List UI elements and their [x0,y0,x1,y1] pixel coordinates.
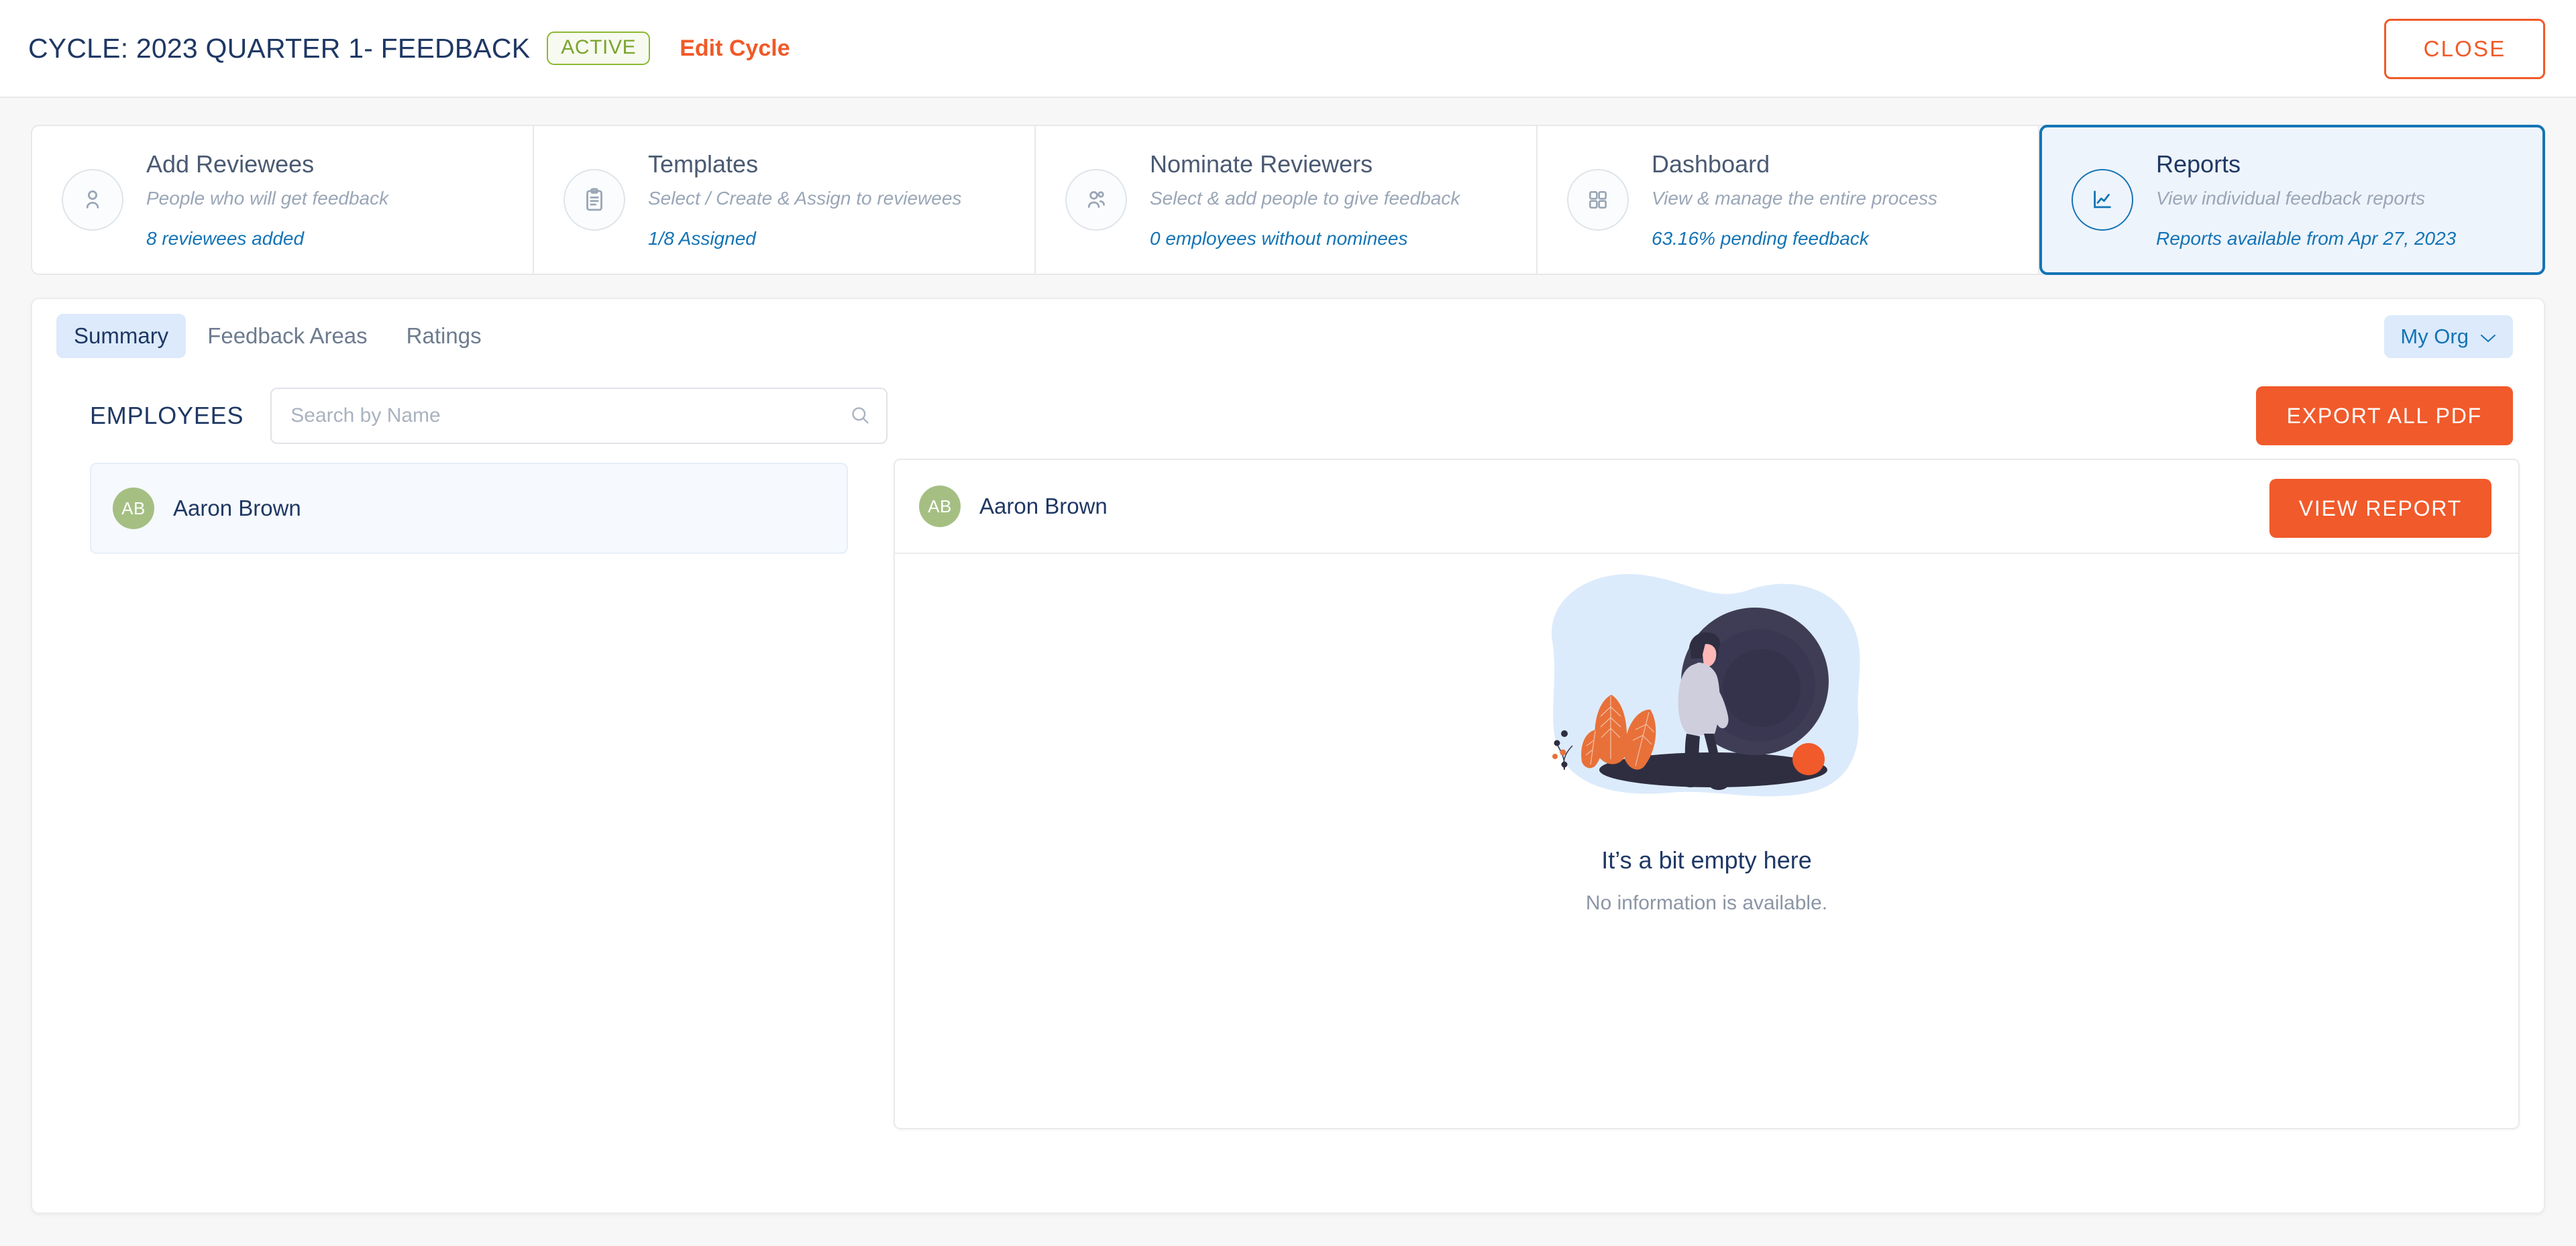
step-stat[interactable]: 8 reviewees added [146,228,388,249]
status-badge: ACTIVE [547,32,651,65]
step-stat[interactable]: 0 employees without nominees [1150,228,1460,249]
step-subtitle: View & manage the entire process [1652,188,1937,209]
tabs-row: Summary Feedback Areas Ratings My Org [32,299,2544,373]
chevron-down-icon [2479,325,2497,349]
step-title: Templates [648,150,759,178]
reports-panel: Summary Feedback Areas Ratings My Org EM… [31,298,2545,1214]
users-icon [1065,169,1127,231]
employee-name: Aaron Brown [173,496,301,520]
avatar: AB [919,486,961,527]
report-panel-header: AB Aaron Brown VIEW REPORT [895,460,2518,554]
export-all-pdf-button[interactable]: EXPORT ALL PDF [2255,386,2513,445]
step-title: Nominate Reviewers [1150,150,1373,178]
step-text: Dashboard View & manage the entire proce… [1652,150,1937,249]
app-page: CYCLE: 2023 QUARTER 1- FEEDBACK ACTIVE E… [0,0,2576,1246]
chart-icon [2072,169,2133,231]
close-button[interactable]: CLOSE [2384,19,2545,79]
report-detail-panel: AB Aaron Brown VIEW REPORT It’s a bit em… [894,459,2520,1129]
search-container [270,388,888,444]
avatar: AB [113,488,154,529]
edit-cycle-link[interactable]: Edit Cycle [680,36,790,62]
report-employee-name: Aaron Brown [979,494,1108,518]
workflow-steps: Add Reviewees People who will get feedba… [31,125,2545,275]
search-input[interactable] [270,388,888,444]
empty-state-title: It’s a bit empty here [1601,846,1812,874]
tab-feedback-areas[interactable]: Feedback Areas [190,314,384,358]
step-text: Reports View individual feedback reports… [2156,150,2456,249]
view-report-button[interactable]: VIEW REPORT [2269,479,2491,538]
step-card-templates[interactable]: Templates Select / Create & Assign to re… [534,126,1036,274]
search-icon[interactable] [849,404,871,430]
reports-body: AB Aaron Brown AB Aaron Brown VIEW REPOR… [32,459,2544,1129]
employee-list: AB Aaron Brown [56,459,848,1129]
step-subtitle: View individual feedback reports [2156,188,2426,209]
org-filter-label: My Org [2400,325,2469,348]
top-bar: CYCLE: 2023 QUARTER 1- FEEDBACK ACTIVE E… [0,0,2576,98]
user-icon [62,169,123,231]
step-subtitle: Select & add people to give feedback [1150,188,1460,209]
clipboard-icon [564,169,625,231]
employees-toolbar: EMPLOYEES EXPORT ALL PDF [32,373,2544,459]
step-stat[interactable]: 1/8 Assigned [648,228,961,249]
step-card-reports[interactable]: Reports View individual feedback reports… [2039,125,2545,275]
step-card-dashboard[interactable]: Dashboard View & manage the entire proce… [1538,126,2039,274]
grid-icon [1567,169,1629,231]
list-item[interactable]: AB Aaron Brown [90,463,848,554]
step-subtitle: People who will get feedback [146,188,389,209]
tab-summary[interactable]: Summary [56,314,186,358]
step-text: Add Reviewees People who will get feedba… [146,150,388,249]
step-card-add-reviewees[interactable]: Add Reviewees People who will get feedba… [32,126,534,274]
step-subtitle: Select / Create & Assign to reviewees [648,188,962,209]
step-card-nominate-reviewers[interactable]: Nominate Reviewers Select & add people t… [1036,126,1538,274]
empty-state-subtitle: No information is available. [1585,892,1828,914]
tab-list: Summary Feedback Areas Ratings [56,314,499,358]
cycle-header: CYCLE: 2023 QUARTER 1- FEEDBACK ACTIVE E… [28,32,790,65]
page-title: CYCLE: 2023 QUARTER 1- FEEDBACK [28,32,531,64]
org-filter-dropdown[interactable]: My Org [2384,315,2513,358]
step-title: Reports [2156,150,2241,178]
tab-ratings[interactable]: Ratings [389,314,499,358]
step-text: Nominate Reviewers Select & add people t… [1150,150,1460,249]
employees-label: EMPLOYEES [90,402,244,429]
step-stat[interactable]: Reports available from Apr 27, 2023 [2156,228,2456,249]
step-title: Add Reviewees [146,150,315,178]
step-text: Templates Select / Create & Assign to re… [648,150,961,249]
empty-state: It’s a bit empty here No information is … [895,561,2518,915]
step-title: Dashboard [1652,150,1770,178]
person-pushing-boulder-illustration [1552,574,1860,797]
step-stat[interactable]: 63.16% pending feedback [1652,228,1937,249]
